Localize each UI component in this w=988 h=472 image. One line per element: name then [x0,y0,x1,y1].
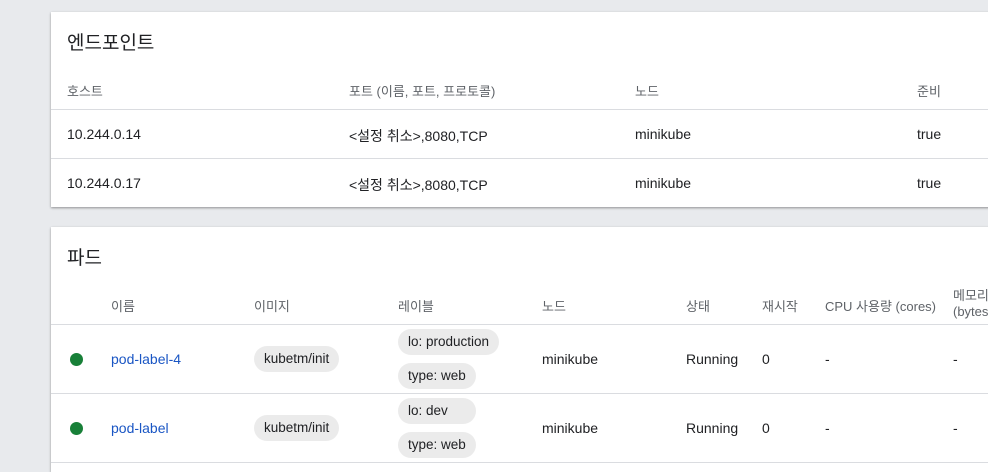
endpoint-host: 10.244.0.14 [67,126,141,142]
column-header-status: 상태 [686,299,710,314]
endpoints-title: 엔드포인트 [67,33,155,54]
column-header-ready: 준비 [917,84,941,99]
pod-status: Running [686,351,739,367]
column-header-node: 노드 [635,84,659,99]
column-header-labels: 레이블 [398,299,434,314]
endpoint-ready: true [917,175,942,191]
status-running-icon [70,353,83,366]
pod-name-link[interactable]: pod-label-4 [111,351,181,367]
column-header-memory-line2: (bytes [953,304,988,319]
endpoint-ports: <설정 취소>,8080,TCP [349,177,488,193]
row-divider [51,393,988,394]
column-header-host: 호스트 [67,84,103,99]
pod-cpu: - [825,420,830,436]
column-header-restarts: 재시작 [762,299,798,314]
endpoint-node: minikube [635,126,692,142]
pod-status: Running [686,420,739,436]
pods-title: 파드 [67,248,102,269]
column-header-memory-line1: 메모리 [953,288,988,303]
row-divider [51,158,988,159]
label-chip: lo: production [398,329,500,355]
endpoint-ports: <설정 취소>,8080,TCP [349,128,488,144]
label-chip: type: web [398,363,476,389]
pod-memory: - [953,351,958,367]
column-header-cpu: CPU 사용량 (cores) [825,299,936,314]
endpoint-node: minikube [635,175,692,191]
endpoints-card: 엔드포인트 호스트 포트 (이름, 포트, 프로토콜) 노드 준비 10.244… [51,12,988,207]
column-header-image: 이미지 [254,299,290,314]
pod-cpu: - [825,351,830,367]
endpoint-host: 10.244.0.17 [67,175,141,191]
pods-card: 파드 이름 이미지 레이블 노드 상태 재시작 CPU 사용량 (cores) … [51,227,988,472]
pod-node: minikube [542,351,599,367]
image-chip: kubetm/init [254,346,340,372]
pod-node: minikube [542,420,599,436]
pod-name-link[interactable]: pod-label [111,420,169,436]
status-running-icon [70,422,83,435]
column-header-node: 노드 [542,299,566,314]
image-chip: kubetm/init [254,415,340,441]
pod-restarts: 0 [762,351,770,367]
pod-memory: - [953,420,958,436]
column-header-name: 이름 [111,299,135,314]
header-divider [51,324,988,325]
endpoint-ready: true [917,126,942,142]
pod-restarts: 0 [762,420,770,436]
label-chip: lo: dev [398,398,476,424]
label-chip: type: web [398,432,476,458]
column-header-ports: 포트 (이름, 포트, 프로토콜) [349,84,496,99]
column-header-memory: 메모리 (bytes [953,288,988,320]
header-divider [51,109,988,110]
